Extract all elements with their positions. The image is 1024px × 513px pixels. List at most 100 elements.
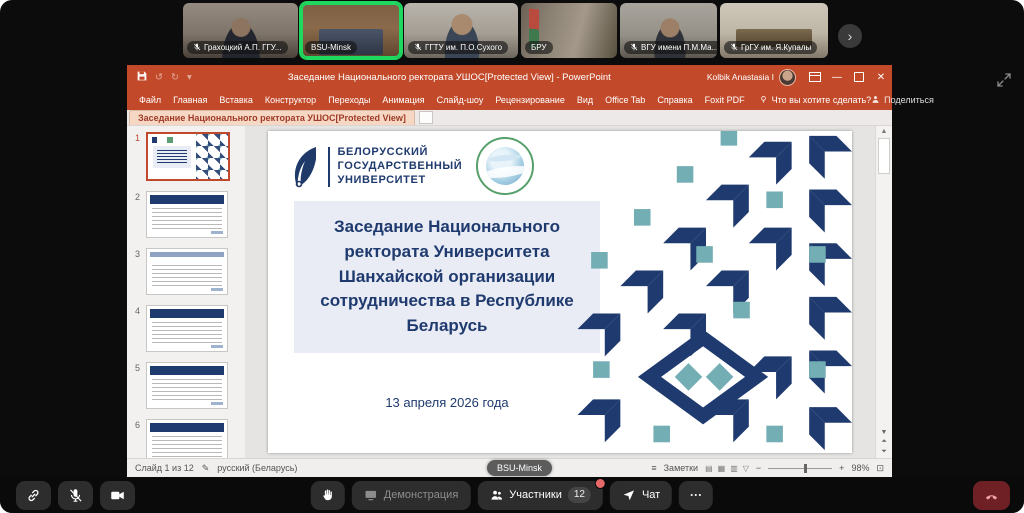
- participants-icon: [489, 488, 503, 502]
- chat-send-icon: [622, 488, 636, 502]
- video-button[interactable]: [100, 481, 135, 510]
- monitor-icon: [364, 488, 378, 502]
- minimize-button[interactable]: —: [826, 65, 848, 89]
- zoom-level[interactable]: 98%: [851, 463, 869, 473]
- account-avatar[interactable]: [779, 69, 796, 86]
- close-button[interactable]: ✕: [870, 65, 892, 89]
- participant-tile[interactable]: Грахоцкий А.П. ГГУ...: [183, 3, 298, 58]
- meeting-app-window: Грахоцкий А.П. ГГУ... BSU-Minsk ГГТУ им. П…: [0, 0, 1024, 513]
- participant-name-pill: BSU-Minsk: [305, 41, 357, 54]
- more-options-button[interactable]: [679, 481, 713, 510]
- slide-sorter-icon[interactable]: ▦: [718, 464, 726, 473]
- raise-hand-button[interactable]: [311, 481, 345, 510]
- slideshow-icon[interactable]: ▽: [743, 464, 749, 473]
- slide-editor-area: БЕЛОРУССКИЙ ГОСУДАРСТВЕННЫЙ УНИВЕРСИТЕТ …: [245, 126, 875, 458]
- ribbon-display-options-icon[interactable]: [804, 65, 826, 89]
- slide-thumbnail-row: 6: [129, 419, 241, 458]
- slide-thumbnail[interactable]: [146, 362, 228, 409]
- document-tab[interactable]: Заседание Национального ректората УШОС[P…: [129, 110, 415, 125]
- participant-name-pill: ГрГУ им. Я.Купалы: [724, 41, 817, 54]
- participant-tile[interactable]: ВГУ имени П.М.Ма...: [620, 3, 717, 58]
- slide-counter: Слайд 1 из 12: [135, 463, 194, 473]
- ribbon-tab-слайд-шоу[interactable]: Слайд-шоу: [431, 95, 490, 105]
- normal-view-icon[interactable]: ▤: [705, 464, 713, 473]
- window-title: Заседание Национального ректората УШОС[P…: [192, 72, 707, 83]
- participants-button[interactable]: Участники 12: [477, 481, 603, 510]
- participants-count-badge: 12: [568, 487, 591, 503]
- slide-date[interactable]: 13 апреля 2026 года: [294, 395, 600, 410]
- invite-link-button[interactable]: [16, 481, 51, 510]
- zoom-out-icon[interactable]: −: [756, 463, 761, 473]
- chat-button[interactable]: Чат: [610, 481, 672, 510]
- mic-off-icon: [193, 43, 201, 51]
- tellme-box[interactable]: Что вы хотите сделать?: [759, 95, 872, 105]
- mic-off-icon: [68, 488, 83, 503]
- ribbon-tab-вид[interactable]: Вид: [571, 95, 599, 105]
- participant-tile[interactable]: ГрГУ им. Я.Купалы: [720, 3, 828, 58]
- participant-name-pill: ГГТУ им. П.О.Сухого: [408, 41, 508, 54]
- participant-name-pill: БРУ: [525, 41, 553, 54]
- slide-thumbnail[interactable]: [146, 132, 230, 181]
- ribbon-tab-файл[interactable]: Файл: [133, 95, 167, 105]
- ribbon-tab-переходы[interactable]: Переходы: [322, 95, 376, 105]
- slide-thumbnail-row: 5: [129, 362, 241, 409]
- participant-tile[interactable]: ГГТУ им. П.О.Сухого: [404, 3, 518, 58]
- scroll-up-icon[interactable]: ▲: [881, 128, 888, 135]
- share-screen-button[interactable]: Демонстрация: [352, 481, 471, 510]
- strip-next-button[interactable]: ›: [838, 24, 862, 48]
- language-indicator[interactable]: русский (Беларусь): [217, 463, 297, 473]
- ppt-workspace: 1234567 БЕЛОРУССКИЙ ГОСУДАРСТВЕННЫЙ УНИВ…: [127, 126, 892, 458]
- participant-tile[interactable]: BSU-Minsk: [301, 3, 401, 58]
- slide-thumbnail[interactable]: [146, 191, 228, 238]
- expand-fullscreen-icon[interactable]: [996, 72, 1012, 88]
- fit-slide-icon[interactable]: ⊡: [876, 463, 884, 474]
- new-tab-button[interactable]: [419, 111, 433, 124]
- slide-thumbnail[interactable]: [146, 248, 228, 295]
- slide-thumbnail[interactable]: [146, 305, 228, 352]
- reading-view-icon[interactable]: ▥: [730, 464, 738, 473]
- scrollbar-thumb[interactable]: [878, 138, 890, 174]
- slide-thumbnail-panel: 1234567: [127, 126, 245, 458]
- vertical-scrollbar[interactable]: ▲ ▼ ⏶ ⏷: [875, 126, 892, 458]
- notes-toggle[interactable]: Заметки: [664, 463, 698, 473]
- notes-icon: ≡: [651, 463, 656, 473]
- sco-emblem: [476, 137, 534, 195]
- zoom-slider[interactable]: [768, 468, 832, 469]
- ribbon-tab-справка[interactable]: Справка: [651, 95, 698, 105]
- participant-tile[interactable]: БРУ: [521, 3, 617, 58]
- ppt-titlebar: ↺ ↻ ▾ Заседание Национального ректората …: [127, 65, 892, 89]
- notification-dot: [595, 478, 606, 489]
- scroll-down-icon[interactable]: ▼: [881, 429, 888, 436]
- save-icon[interactable]: [137, 71, 147, 84]
- ribbon-tab-главная[interactable]: Главная: [167, 95, 213, 105]
- ribbon-tab-конструктор[interactable]: Конструктор: [259, 95, 322, 105]
- slide-number: 4: [129, 305, 146, 352]
- share-button[interactable]: Поделиться: [871, 95, 934, 105]
- mic-muted-button[interactable]: [58, 481, 93, 510]
- ribbon-tab-вставка[interactable]: Вставка: [213, 95, 258, 105]
- ribbon-tab-рецензирование[interactable]: Рецензирование: [489, 95, 571, 105]
- mic-off-icon: [730, 43, 738, 51]
- bsu-logo-text: БЕЛОРУССКИЙ ГОСУДАРСТВЕННЫЙ УНИВЕРСИТЕТ: [338, 146, 463, 187]
- lightbulb-icon: [759, 95, 768, 104]
- end-call-button[interactable]: [973, 481, 1010, 510]
- account-name[interactable]: Kolbik Anastasia I: [707, 72, 774, 82]
- zoom-in-icon[interactable]: +: [839, 463, 844, 473]
- slide-canvas[interactable]: БЕЛОРУССКИЙ ГОСУДАРСТВЕННЫЙ УНИВЕРСИТЕТ …: [268, 131, 852, 453]
- undo-icon[interactable]: ↺: [155, 72, 163, 83]
- slide-thumbnail[interactable]: [146, 419, 228, 458]
- slide-thumbnail-row: 4: [129, 305, 241, 352]
- slide-number: 3: [129, 248, 146, 295]
- restore-button[interactable]: [848, 65, 870, 89]
- ribbon-tab-анимация[interactable]: Анимация: [376, 95, 430, 105]
- qat-dropdown-icon[interactable]: ▾: [187, 72, 192, 83]
- spellcheck-icon[interactable]: ✎: [202, 463, 210, 474]
- ribbon-tab-foxit-pdf[interactable]: Foxit PDF: [699, 95, 751, 105]
- ribbon-tab-bar: ФайлГлавнаяВставкаКонструкторПереходыАни…: [127, 89, 892, 110]
- ribbon-tab-office-tab[interactable]: Office Tab: [599, 95, 651, 105]
- slide-number: 6: [129, 419, 146, 458]
- next-slide-icon[interactable]: ⏷: [881, 448, 887, 456]
- previous-slide-icon[interactable]: ⏶: [881, 438, 887, 446]
- slide-title[interactable]: Заседание Национального ректората Универ…: [294, 201, 600, 353]
- redo-icon[interactable]: ↻: [171, 72, 179, 83]
